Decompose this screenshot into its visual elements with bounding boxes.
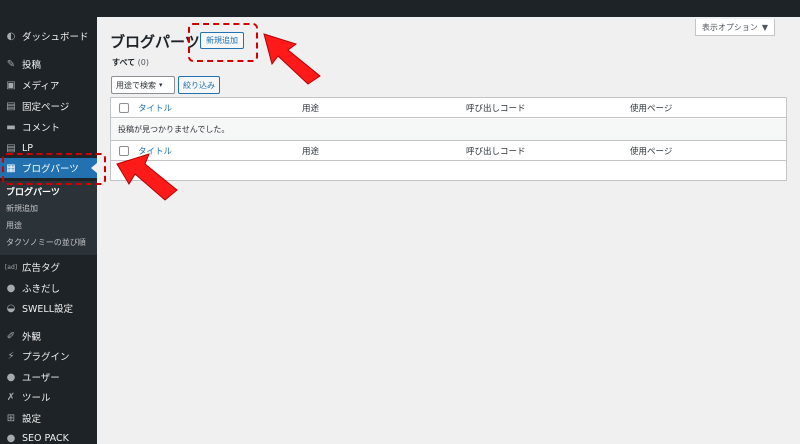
page-icon: ▤ bbox=[6, 100, 16, 112]
menu-appearance[interactable]: ✐ 外観 bbox=[0, 326, 97, 346]
view-all-link[interactable]: すべて bbox=[112, 58, 135, 67]
menu-lp-label: LP bbox=[22, 142, 34, 154]
menu-users-label: ユーザー bbox=[22, 373, 60, 384]
menu-settings[interactable]: ⊞ 設定 bbox=[0, 408, 97, 428]
menu-plugins-label: プラグイン bbox=[22, 352, 70, 363]
menu-swell-settings-label: SWELL設定 bbox=[22, 304, 74, 315]
column-call-code-footer: 呼び出しコード bbox=[466, 146, 526, 157]
plugin-icon: ⚡ bbox=[7, 350, 15, 362]
table-row: 投稿が見つかりませんでした。 bbox=[111, 119, 786, 141]
admin-sidebar: ◐ ダッシュボード ✎ 投稿 ▣ メディア ▤ 固定ページ ▬ コメント ▤ LP ▦ ブログ… bbox=[0, 17, 97, 444]
balloon-icon: ● bbox=[6, 282, 16, 294]
arrow-icon-add-new bbox=[263, 33, 321, 85]
tool-icon: ✗ bbox=[6, 391, 16, 403]
menu-balloon[interactable]: ● ふきだし bbox=[0, 278, 97, 298]
view-filter-links: すべて (0) bbox=[112, 57, 149, 68]
media-icon: ▣ bbox=[6, 79, 16, 91]
appearance-icon: ✐ bbox=[6, 330, 16, 342]
menu-comments[interactable]: ▬ コメント bbox=[0, 117, 97, 137]
posts-table: タイトル 用途 呼び出しコード 使用ページ 投稿が見つかりませんでした。 タイト… bbox=[110, 97, 787, 181]
menu-pages[interactable]: ▤ 固定ページ bbox=[0, 96, 97, 116]
table-footer-row: タイトル 用途 呼び出しコード 使用ページ bbox=[111, 141, 786, 161]
menu-dashboard-label: ダッシュボード bbox=[22, 32, 89, 43]
menu-ad-tags[interactable]: [ad] 広告タグ bbox=[0, 257, 97, 277]
menu-comments-label: コメント bbox=[22, 123, 61, 134]
menu-media[interactable]: ▣ メディア bbox=[0, 75, 97, 95]
screen-options-button[interactable]: 表示オプション ▼ bbox=[694, 19, 775, 36]
menu-tools-label: ツール bbox=[22, 393, 51, 404]
submenu-add-new[interactable]: 新規追加 bbox=[6, 203, 38, 214]
column-used-pages-footer: 使用ページ bbox=[630, 146, 673, 157]
menu-media-label: メディア bbox=[22, 81, 60, 92]
pin-icon: ✎ bbox=[6, 58, 16, 70]
menu-pages-label: 固定ページ bbox=[22, 102, 70, 113]
arrow-icon-sidebar bbox=[116, 153, 178, 201]
highlight-box-sidebar bbox=[2, 153, 106, 185]
column-title[interactable]: タイトル bbox=[138, 102, 172, 114]
column-call-code: 呼び出しコード bbox=[466, 103, 526, 114]
usage-filter-select[interactable]: 用途で検索 ▾ bbox=[111, 76, 175, 94]
submenu-taxonomy-order[interactable]: タクソノミーの並び順 bbox=[6, 237, 86, 248]
page-title: ブログパーツ bbox=[110, 33, 200, 51]
column-used-pages: 使用ページ bbox=[630, 103, 673, 114]
admin-top-bar bbox=[0, 0, 800, 17]
menu-posts[interactable]: ✎ 投稿 bbox=[0, 54, 97, 74]
menu-appearance-label: 外観 bbox=[22, 332, 42, 343]
main-content: 表示オプション ▼ ブログパーツ 新規追加 すべて (0) 用途で検索 ▾ 絞り込み… bbox=[97, 17, 800, 444]
submenu-usage[interactable]: 用途 bbox=[6, 220, 22, 231]
chevron-down-icon: ▼ bbox=[761, 22, 768, 32]
view-all-count: (0) bbox=[137, 58, 150, 67]
usage-filter-value: 用途で検索 bbox=[116, 80, 156, 90]
table-header-row: タイトル 用途 呼び出しコード 使用ページ bbox=[111, 98, 786, 118]
settings-icon: ⊞ bbox=[6, 412, 16, 424]
menu-seo-pack[interactable]: ● SEO PACK bbox=[0, 428, 97, 444]
menu-balloon-label: ふきだし bbox=[22, 284, 61, 295]
dashboard-icon: ◐ bbox=[6, 30, 16, 42]
menu-dashboard[interactable]: ◐ ダッシュボード bbox=[0, 26, 97, 46]
no-items-message: 投稿が見つかりませんでした。 bbox=[118, 125, 230, 134]
menu-swell-settings[interactable]: ◒ SWELL設定 bbox=[0, 298, 97, 318]
comment-icon: ▬ bbox=[6, 121, 16, 133]
menu-settings-label: 設定 bbox=[22, 414, 42, 425]
menu-tools[interactable]: ✗ ツール bbox=[0, 387, 97, 407]
menu-posts-label: 投稿 bbox=[22, 60, 42, 71]
submenu-blog-parts[interactable]: ブログパーツ bbox=[6, 185, 60, 198]
ad-icon: [ad] bbox=[4, 263, 18, 271]
select-all-checkbox[interactable] bbox=[119, 102, 129, 113]
highlight-box-add-new bbox=[188, 23, 258, 62]
menu-plugins[interactable]: ⚡ プラグイン bbox=[0, 346, 97, 366]
blog-parts-submenu: ブログパーツ 新規追加 用途 タクソノミーの並び順 bbox=[0, 181, 97, 255]
screen-options-label: 表示オプション bbox=[701, 22, 758, 32]
menu-ad-tags-label: 広告タグ bbox=[22, 263, 61, 274]
chevron-down-icon: ▾ bbox=[159, 81, 163, 89]
menu-users[interactable]: ● ユーザー bbox=[0, 367, 97, 387]
user-icon: ● bbox=[6, 371, 16, 383]
swell-icon: ◒ bbox=[6, 302, 16, 314]
seo-icon: ● bbox=[6, 432, 16, 444]
column-usage: 用途 bbox=[302, 103, 320, 114]
column-usage-footer: 用途 bbox=[302, 146, 320, 157]
menu-seo-pack-label: SEO PACK bbox=[22, 432, 69, 444]
filter-button[interactable]: 絞り込み bbox=[178, 76, 220, 94]
